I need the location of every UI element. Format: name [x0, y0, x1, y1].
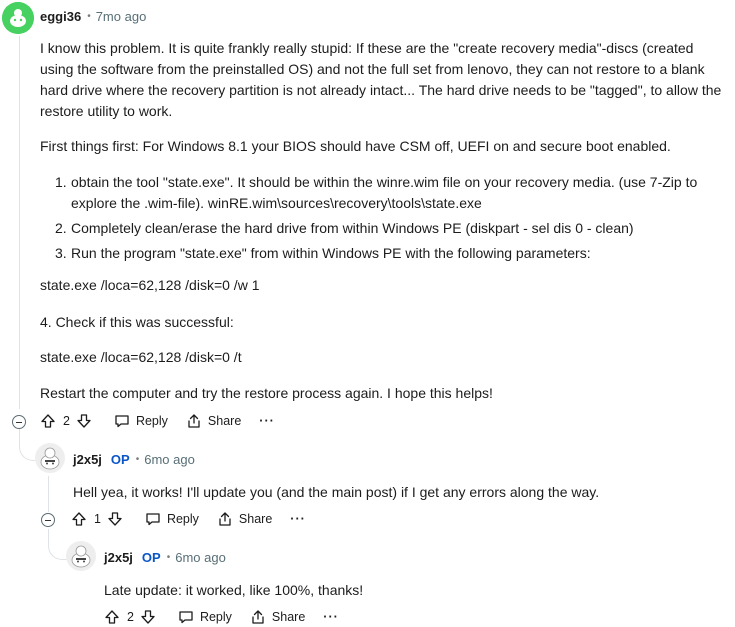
- downvote-icon[interactable]: [140, 609, 156, 625]
- avatar[interactable]: [2, 2, 34, 34]
- upvote-icon[interactable]: [71, 511, 87, 527]
- comment-paragraph: state.exe /loca=62,128 /disk=0 /w 1: [40, 277, 260, 293]
- comment-author[interactable]: eggi36: [40, 9, 81, 24]
- comment-paragraph: state.exe /loca=62,128 /disk=0 /t: [40, 349, 242, 365]
- user-avatar-icon: [66, 541, 96, 571]
- vote-count: 2: [63, 414, 70, 428]
- share-button[interactable]: Share: [186, 413, 241, 429]
- comment-paragraph: Restart the computer and try the restore…: [40, 385, 493, 401]
- vote-count: 1: [94, 512, 101, 526]
- comment-meta: eggi36 • 7mo ago: [40, 9, 146, 24]
- reply-label: Reply: [199, 610, 232, 624]
- user-avatar-icon: [35, 443, 65, 473]
- comment-body: Hell yea, it works! I'll update you (and…: [73, 484, 600, 500]
- upvote-icon[interactable]: [40, 413, 56, 429]
- reply-icon: [179, 611, 193, 624]
- more-options-button[interactable]: ···: [323, 610, 339, 624]
- comment-actions: 2 Reply Share ···: [104, 609, 357, 625]
- reply-label: Reply: [166, 512, 199, 526]
- comment-actions: 1 Reply Share ···: [71, 511, 324, 527]
- vote-count: 2: [127, 610, 134, 624]
- numbered-list: 1. obtain the tool "state.exe". It should…: [55, 172, 711, 268]
- thread-line-reply1: [48, 476, 49, 512]
- downvote-icon[interactable]: [107, 511, 123, 527]
- reply-icon: [115, 415, 129, 428]
- comment-author[interactable]: j2x5j: [104, 550, 133, 565]
- thread-line-main: [19, 36, 20, 409]
- more-icon: ···: [323, 610, 339, 624]
- share-label: Share: [271, 610, 306, 624]
- comment-actions: 2 Reply Share ···: [40, 413, 293, 429]
- share-label: Share: [238, 512, 273, 526]
- vote-group: 2: [40, 413, 92, 429]
- avatar[interactable]: [66, 541, 96, 571]
- reply-icon: [146, 513, 160, 526]
- op-badge: OP: [110, 452, 130, 467]
- vote-group: 2: [104, 609, 156, 625]
- comment-timestamp[interactable]: 6mo ago: [144, 452, 195, 467]
- avatar[interactable]: [35, 443, 65, 473]
- more-icon: ···: [259, 414, 275, 428]
- comment-timestamp[interactable]: 6mo ago: [175, 550, 226, 565]
- reply-button[interactable]: Reply: [178, 609, 232, 625]
- snoo-avatar-icon: [2, 2, 34, 34]
- share-label: Share: [207, 414, 242, 428]
- vote-group: 1: [71, 511, 123, 527]
- more-icon: ···: [290, 512, 306, 526]
- list-item: 2. Completely clean/erase the hard drive …: [55, 220, 634, 236]
- comment-author[interactable]: j2x5j: [73, 452, 102, 467]
- comment-meta: j2x5j OP • 6mo ago: [104, 550, 226, 565]
- comment-paragraph: I know this problem. It is quite frankly…: [40, 40, 722, 119]
- separator-dot: •: [87, 11, 91, 22]
- comment-paragraph: First things first: For Windows 8.1 your…: [40, 138, 671, 154]
- share-button[interactable]: Share: [217, 511, 272, 527]
- collapse-icon[interactable]: [41, 513, 55, 527]
- share-icon: [188, 414, 200, 428]
- collapse-icon[interactable]: [12, 415, 26, 429]
- comment-body: Late update: it worked, like 100%, thank…: [104, 582, 364, 598]
- upvote-icon[interactable]: [104, 609, 120, 625]
- separator-dot: •: [166, 552, 171, 563]
- downvote-icon[interactable]: [76, 413, 92, 429]
- comment-paragraph: 4. Check if this was successful:: [40, 314, 234, 330]
- reply-button[interactable]: Reply: [145, 511, 199, 527]
- reply-button[interactable]: Reply: [114, 413, 168, 429]
- separator-dot: •: [135, 454, 140, 465]
- share-icon: [219, 512, 231, 526]
- comment-timestamp[interactable]: 7mo ago: [96, 9, 147, 24]
- more-options-button[interactable]: ···: [259, 414, 275, 428]
- comment-meta: j2x5j OP • 6mo ago: [73, 452, 195, 467]
- share-button[interactable]: Share: [250, 609, 305, 625]
- list-item: 1. obtain the tool "state.exe". It should…: [55, 174, 698, 211]
- more-options-button[interactable]: ···: [290, 512, 306, 526]
- share-icon: [252, 610, 264, 624]
- op-badge: OP: [141, 550, 161, 565]
- list-item: 3. Run the program "state.exe" from withi…: [55, 245, 591, 261]
- reply-label: Reply: [135, 414, 168, 428]
